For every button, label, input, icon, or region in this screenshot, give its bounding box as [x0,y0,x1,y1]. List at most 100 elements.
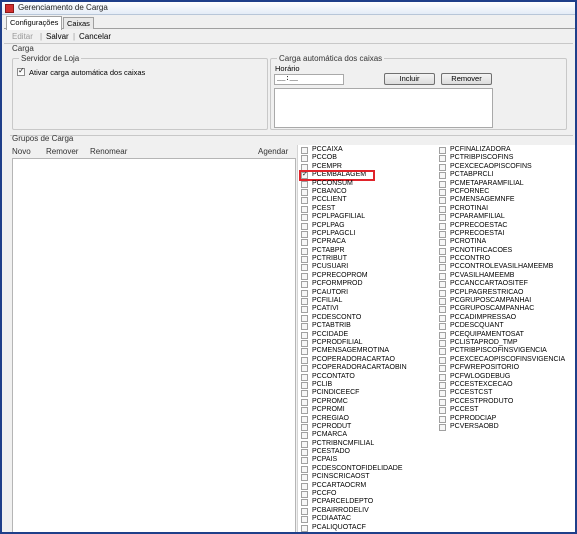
table-checkbox[interactable] [301,197,308,205]
table-checkbox[interactable] [439,314,446,322]
table-checkbox[interactable] [301,289,308,297]
remover-grupo-button[interactable]: Remover [46,147,78,156]
table-checkbox[interactable] [439,163,446,171]
table-checkbox[interactable] [301,398,308,406]
table-checkbox[interactable] [439,281,446,289]
table-checkbox[interactable] [301,516,308,524]
table-checkbox[interactable] [439,381,446,389]
table-checkbox[interactable] [301,482,308,490]
table-checkbox[interactable] [301,281,308,289]
table-checkbox[interactable] [439,289,446,297]
table-checkbox[interactable] [439,398,446,406]
horario-input[interactable]: __:__ [274,74,344,85]
tab-caixas[interactable]: Caixas [63,17,94,29]
ativar-carga-checkbox[interactable] [17,66,25,76]
table-checkbox[interactable] [301,449,308,457]
incluir-button[interactable]: Incluir [384,73,435,85]
table-checkbox[interactable] [301,440,308,448]
table-checkbox[interactable] [439,339,446,347]
table-checkbox[interactable] [301,180,308,188]
table-checkbox[interactable] [439,331,446,339]
table-checkbox[interactable] [301,356,308,364]
table-checkbox[interactable] [301,256,308,264]
table-checkbox[interactable] [301,465,308,473]
tab-configuracoes[interactable]: Configurações [6,16,63,30]
table-checkbox[interactable] [301,230,308,238]
table-name-label: PCBAIRRODELIV [312,506,369,514]
table-checkbox[interactable] [439,264,446,272]
table-checkbox[interactable] [301,474,308,482]
table-checkbox[interactable] [301,239,308,247]
table-checkbox[interactable] [439,272,446,280]
table-checkbox[interactable] [439,147,446,154]
table-checkbox[interactable] [439,239,446,247]
table-checkbox[interactable] [439,407,446,415]
table-checkbox[interactable] [439,415,446,423]
table-checkbox[interactable] [439,180,446,188]
table-checkbox[interactable] [301,264,308,272]
table-checkbox[interactable] [301,365,308,373]
novo-grupo-button[interactable]: Novo [12,147,31,156]
table-checkbox[interactable] [301,339,308,347]
table-checkbox[interactable] [301,272,308,280]
remover-horario-button[interactable]: Remover [441,73,492,85]
table-checkbox[interactable] [301,524,308,532]
table-checkbox[interactable] [439,205,446,213]
table-checkbox[interactable] [301,155,308,163]
table-checkbox[interactable] [439,306,446,314]
horarios-list[interactable] [274,88,493,128]
edit-button[interactable]: Editar [12,32,33,41]
table-checkbox[interactable] [439,348,446,356]
table-checkbox[interactable] [301,147,308,154]
agendar-button[interactable]: Agendar [258,147,288,156]
table-name-label: PCFINALIZADORA [450,146,511,153]
table-checkbox[interactable] [301,491,308,499]
table-checkbox[interactable] [301,423,308,431]
table-name-label: PCCAIXA [312,146,343,153]
table-checkbox[interactable] [301,214,308,222]
table-checkbox[interactable] [301,457,308,465]
renomear-grupo-button[interactable]: Renomear [90,147,127,156]
grupos-list[interactable] [12,158,296,532]
table-checkbox[interactable] [439,188,446,196]
table-checkbox[interactable] [301,323,308,331]
table-checkbox[interactable] [439,155,446,163]
table-checkbox[interactable] [439,423,446,431]
table-checkbox[interactable] [301,373,308,381]
table-checkbox[interactable] [301,507,308,515]
cancel-button[interactable]: Cancelar [79,32,111,41]
table-checkbox[interactable] [439,222,446,230]
table-checkbox[interactable] [439,256,446,264]
table-checkbox[interactable] [439,197,446,205]
table-checkbox[interactable] [301,407,308,415]
title-bar[interactable]: Gerenciamento de Carga [2,2,575,15]
table-checkbox[interactable] [439,172,446,180]
table-checkbox[interactable] [439,230,446,238]
table-checkbox[interactable] [439,365,446,373]
table-checkbox[interactable] [439,247,446,255]
tabelas-checklist[interactable]: PCCAIXAPCCOBPCEMPRPCEMBALAGEMPCCONSUMPCB… [297,145,575,532]
table-checkbox[interactable] [301,499,308,507]
table-checkbox[interactable] [301,415,308,423]
table-checkbox[interactable] [301,222,308,230]
table-checkbox[interactable] [301,381,308,389]
table-checkbox[interactable] [439,390,446,398]
table-checkbox[interactable] [301,298,308,306]
table-checkbox[interactable] [439,298,446,306]
save-button[interactable]: Salvar [46,32,69,41]
table-checkbox[interactable] [301,432,308,440]
table-checkbox[interactable] [301,247,308,255]
table-checkbox[interactable] [301,188,308,196]
table-name-label: PCDIAATAC [312,515,352,523]
table-checkbox[interactable] [301,390,308,398]
table-checkbox[interactable] [439,214,446,222]
table-checkbox[interactable] [301,205,308,213]
table-checkbox[interactable] [439,356,446,364]
table-checkbox[interactable] [301,314,308,322]
table-checkbox[interactable] [301,306,308,314]
table-checkbox[interactable] [439,323,446,331]
table-checkbox[interactable] [439,373,446,381]
table-checkbox[interactable] [301,331,308,339]
section-divider [10,135,573,136]
table-checkbox[interactable] [301,348,308,356]
